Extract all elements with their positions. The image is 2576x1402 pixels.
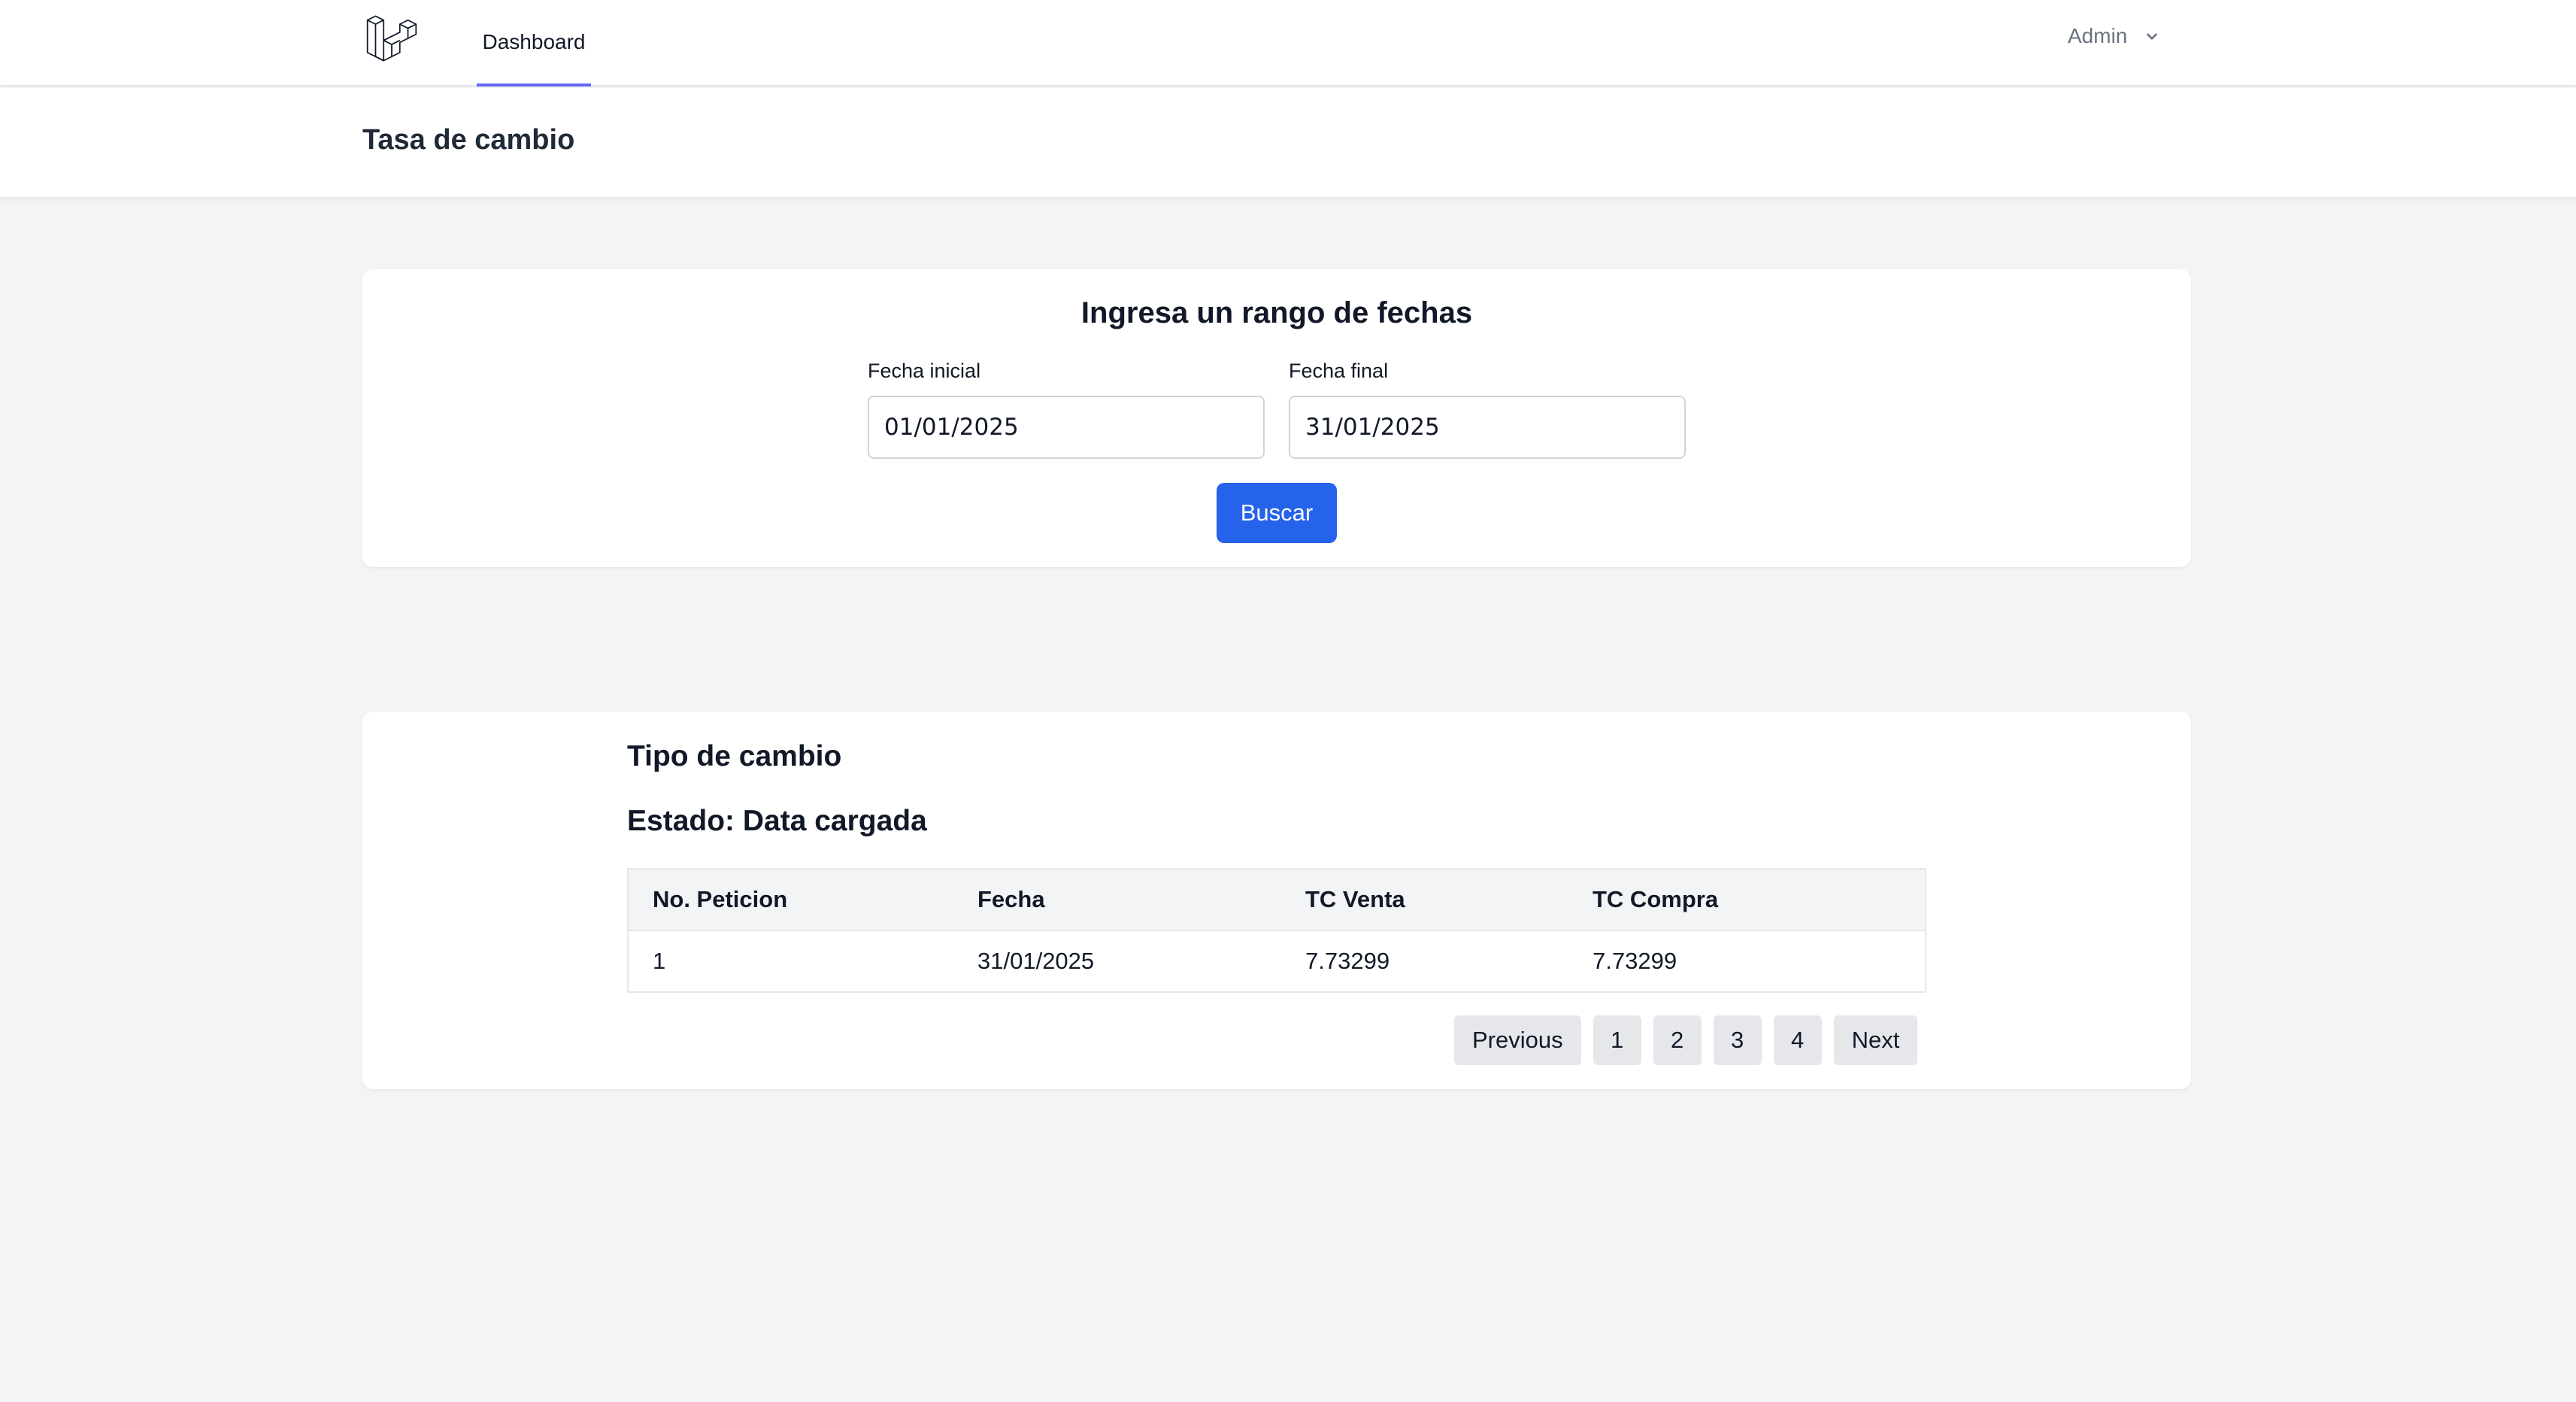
page-title: Tasa de cambio <box>362 124 575 156</box>
table-cell: 7.73299 <box>1305 948 1390 974</box>
start-date-input[interactable]: 01/01/2025 <box>868 396 1265 459</box>
status-text: Estado: Data cargada <box>627 805 927 837</box>
laravel-logo-icon[interactable] <box>365 12 418 65</box>
column-header: Fecha <box>977 886 1045 912</box>
top-navigation: Dashboard Admin <box>0 0 2576 86</box>
column-header: TC Compra <box>1593 886 1719 912</box>
table-cell: 1 <box>653 948 666 974</box>
nav-link-dashboard[interactable]: Dashboard <box>477 0 591 86</box>
pagination: Previous 1 2 3 4 Next <box>1454 1015 1918 1065</box>
page-button-2[interactable]: 2 <box>1653 1015 1702 1065</box>
table-cell: 7.73299 <box>1593 948 1677 974</box>
page-button-3[interactable]: 3 <box>1713 1015 1762 1065</box>
form-title: Ingresa un rango de fechas <box>1080 296 1473 329</box>
exchange-rate-table: No. Peticion Fecha TC Venta TC Compra 1 … <box>627 868 1926 993</box>
end-date-value: 31/01/2025 <box>1305 414 1440 441</box>
user-menu-button[interactable]: Admin <box>2068 20 2160 53</box>
nav-link-dashboard-label: Dashboard <box>482 29 586 53</box>
results-card: Tipo de cambio Estado: Data cargada No. … <box>362 712 2191 1089</box>
table-header-row: No. Peticion Fecha TC Venta TC Compra <box>629 869 1925 931</box>
date-range-form-card: Ingresa un rango de fechas Fecha inicial… <box>362 269 2191 567</box>
end-date-input[interactable]: 31/01/2025 <box>1289 396 1686 459</box>
start-date-label: Fecha inicial <box>868 360 981 382</box>
search-button[interactable]: Buscar <box>1217 483 1337 543</box>
next-page-button[interactable]: Next <box>1833 1015 1918 1065</box>
page-header: Tasa de cambio <box>0 88 2576 197</box>
previous-page-button[interactable]: Previous <box>1454 1015 1581 1065</box>
start-date-value: 01/01/2025 <box>884 414 1019 441</box>
chevron-down-icon <box>2147 33 2158 40</box>
user-name: Admin <box>2068 24 2128 47</box>
end-date-label: Fecha final <box>1289 360 1389 382</box>
results-title: Tipo de cambio <box>627 740 842 772</box>
column-header: TC Venta <box>1305 886 1405 912</box>
table-row: 1 31/01/2025 7.73299 7.73299 <box>629 931 1925 991</box>
page-button-4[interactable]: 4 <box>1773 1015 1822 1065</box>
table-cell: 31/01/2025 <box>977 948 1095 974</box>
page-button-1[interactable]: 1 <box>1593 1015 1641 1065</box>
column-header: No. Peticion <box>653 886 788 912</box>
